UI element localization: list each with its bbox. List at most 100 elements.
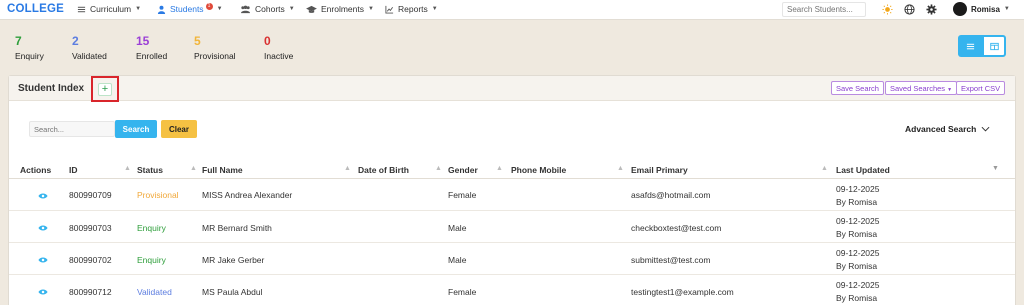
stat-value: 5: [194, 34, 201, 48]
globe-icon[interactable]: [903, 3, 916, 16]
cell-gender: Male: [448, 223, 467, 233]
cell-full-name: MR Jake Gerber: [202, 255, 265, 265]
cell-id: 800990702: [69, 255, 112, 265]
caret-down-icon: ▼: [288, 6, 295, 12]
updated-date: 09-12-2025: [836, 216, 880, 226]
nav-students-label: Students: [170, 4, 204, 14]
save-search-button[interactable]: Save Search: [831, 81, 884, 95]
table-row[interactable]: 800990702 Enquiry MR Jake Gerber Male su…: [9, 243, 1015, 275]
add-student-highlight: +: [91, 76, 119, 102]
eye-icon[interactable]: [38, 256, 48, 264]
cell-full-name: MISS Andrea Alexander: [202, 190, 293, 200]
eye-icon[interactable]: [38, 288, 48, 296]
advanced-search-label: Advanced Search: [905, 124, 977, 134]
card-header: Student Index + Save Search Saved Search…: [9, 76, 1015, 102]
nav-cohorts[interactable]: Cohorts ▼: [240, 4, 295, 14]
sort-icon[interactable]: ▲: [190, 165, 197, 172]
add-student-button[interactable]: +: [98, 83, 112, 96]
sort-desc-icon[interactable]: ▼: [992, 165, 999, 172]
search-input[interactable]: [29, 121, 115, 137]
gear-icon[interactable]: [925, 3, 938, 16]
stat-value: 15: [136, 34, 150, 48]
caret-down-icon: ▼: [135, 6, 142, 12]
stat-label: Validated: [72, 51, 107, 61]
col-header-email-primary[interactable]: Email Primary: [631, 165, 688, 175]
student-index-card: Student Index + Save Search Saved Search…: [8, 75, 1016, 305]
search-button[interactable]: Search: [115, 120, 157, 138]
stat-provisional[interactable]: 5 Provisional: [194, 34, 236, 62]
cell-last-updated: 09-12-2025 By Romisa: [836, 247, 879, 273]
col-header-phone-mobile[interactable]: Phone Mobile: [511, 165, 566, 175]
eye-icon[interactable]: [38, 224, 48, 232]
stat-enrolled[interactable]: 15 Enrolled: [136, 34, 167, 62]
stat-label: Enquiry: [15, 51, 44, 61]
brand-logo[interactable]: COLLEGE: [7, 3, 64, 15]
nav-enrolments[interactable]: Enrolments ▼: [306, 4, 374, 14]
cell-status: Provisional: [137, 190, 179, 200]
clear-button[interactable]: Clear: [161, 120, 197, 138]
notification-badge: 1: [205, 2, 213, 10]
stat-enquiry[interactable]: 7 Enquiry: [15, 34, 44, 62]
updated-by: By Romisa: [836, 261, 878, 271]
cell-gender: Female: [448, 190, 477, 200]
col-header-id[interactable]: ID: [69, 165, 78, 175]
caret-down-icon: ▼: [1003, 6, 1010, 12]
sort-icon[interactable]: ▲: [435, 165, 442, 172]
col-header-last-updated[interactable]: Last Updated: [836, 165, 890, 175]
updated-by: By Romisa: [836, 293, 878, 303]
table-row[interactable]: 800990709 Provisional MISS Andrea Alexan…: [9, 179, 1015, 211]
menu-icon: [77, 6, 86, 12]
view-toggle: [958, 35, 1006, 57]
col-header-date-of-birth[interactable]: Date of Birth: [358, 165, 409, 175]
avatar: [953, 2, 967, 16]
advanced-search-toggle[interactable]: Advanced Search: [905, 124, 990, 134]
eye-icon[interactable]: [38, 192, 48, 200]
nav-students[interactable]: Students 1 ▼: [157, 2, 223, 14]
chevron-down-icon: [981, 126, 990, 132]
card-title: Student Index: [18, 83, 85, 94]
cell-full-name: MR Bernard Smith: [202, 223, 272, 233]
updated-date: 09-12-2025: [836, 280, 880, 290]
sort-icon[interactable]: ▲: [344, 165, 351, 172]
users-icon: [241, 5, 250, 13]
nav-curriculum[interactable]: Curriculum ▼: [77, 4, 141, 14]
caret-down-icon: ▼: [431, 6, 438, 12]
saved-searches-dropdown[interactable]: Saved Searches ▼: [885, 81, 958, 95]
graduation-cap-icon: [306, 5, 317, 13]
stat-label: Inactive: [264, 51, 294, 61]
stat-value: 7: [15, 34, 22, 48]
cell-id: 800990709: [69, 190, 112, 200]
cell-id: 800990712: [69, 287, 112, 297]
nav-enrolments-label: Enrolments: [321, 4, 364, 14]
table-row[interactable]: 800990712 Validated MS Paula Abdul Femal…: [9, 275, 1015, 305]
nav-reports[interactable]: Reports ▼: [385, 4, 438, 14]
cell-last-updated: 09-12-2025 By Romisa: [836, 215, 879, 241]
stat-value: 2: [72, 34, 79, 48]
grid-view-button[interactable]: [982, 35, 1006, 57]
sort-icon[interactable]: ▲: [821, 165, 828, 172]
sort-icon[interactable]: ▲: [617, 165, 624, 172]
stat-validated[interactable]: 2 Validated: [72, 34, 107, 62]
export-csv-button[interactable]: Export CSV: [956, 81, 1006, 95]
table-row[interactable]: 800990703 Enquiry MR Bernard Smith Male …: [9, 211, 1015, 243]
stat-inactive[interactable]: 0 Inactive: [264, 34, 294, 62]
updated-by: By Romisa: [836, 229, 878, 239]
user-menu[interactable]: Romisa ▼: [953, 2, 1010, 16]
cell-full-name: MS Paula Abdul: [202, 287, 263, 297]
cell-gender: Male: [448, 255, 467, 265]
sort-icon[interactable]: ▲: [496, 165, 503, 172]
chart-line-icon: [385, 5, 394, 14]
cell-status: Enquiry: [137, 255, 166, 265]
sun-icon[interactable]: [881, 3, 894, 16]
col-header-gender[interactable]: Gender: [448, 165, 478, 175]
col-header-status[interactable]: Status: [137, 165, 163, 175]
col-header-full-name[interactable]: Full Name: [202, 165, 243, 175]
saved-searches-label: Saved Searches: [890, 84, 946, 93]
global-search-input[interactable]: [782, 2, 866, 17]
cell-status: Enquiry: [137, 223, 166, 233]
updated-date: 09-12-2025: [836, 248, 880, 258]
list-view-button[interactable]: [958, 35, 982, 57]
sort-icon[interactable]: ▲: [124, 165, 131, 172]
updated-by: By Romisa: [836, 197, 878, 207]
stat-value: 0: [264, 34, 271, 48]
